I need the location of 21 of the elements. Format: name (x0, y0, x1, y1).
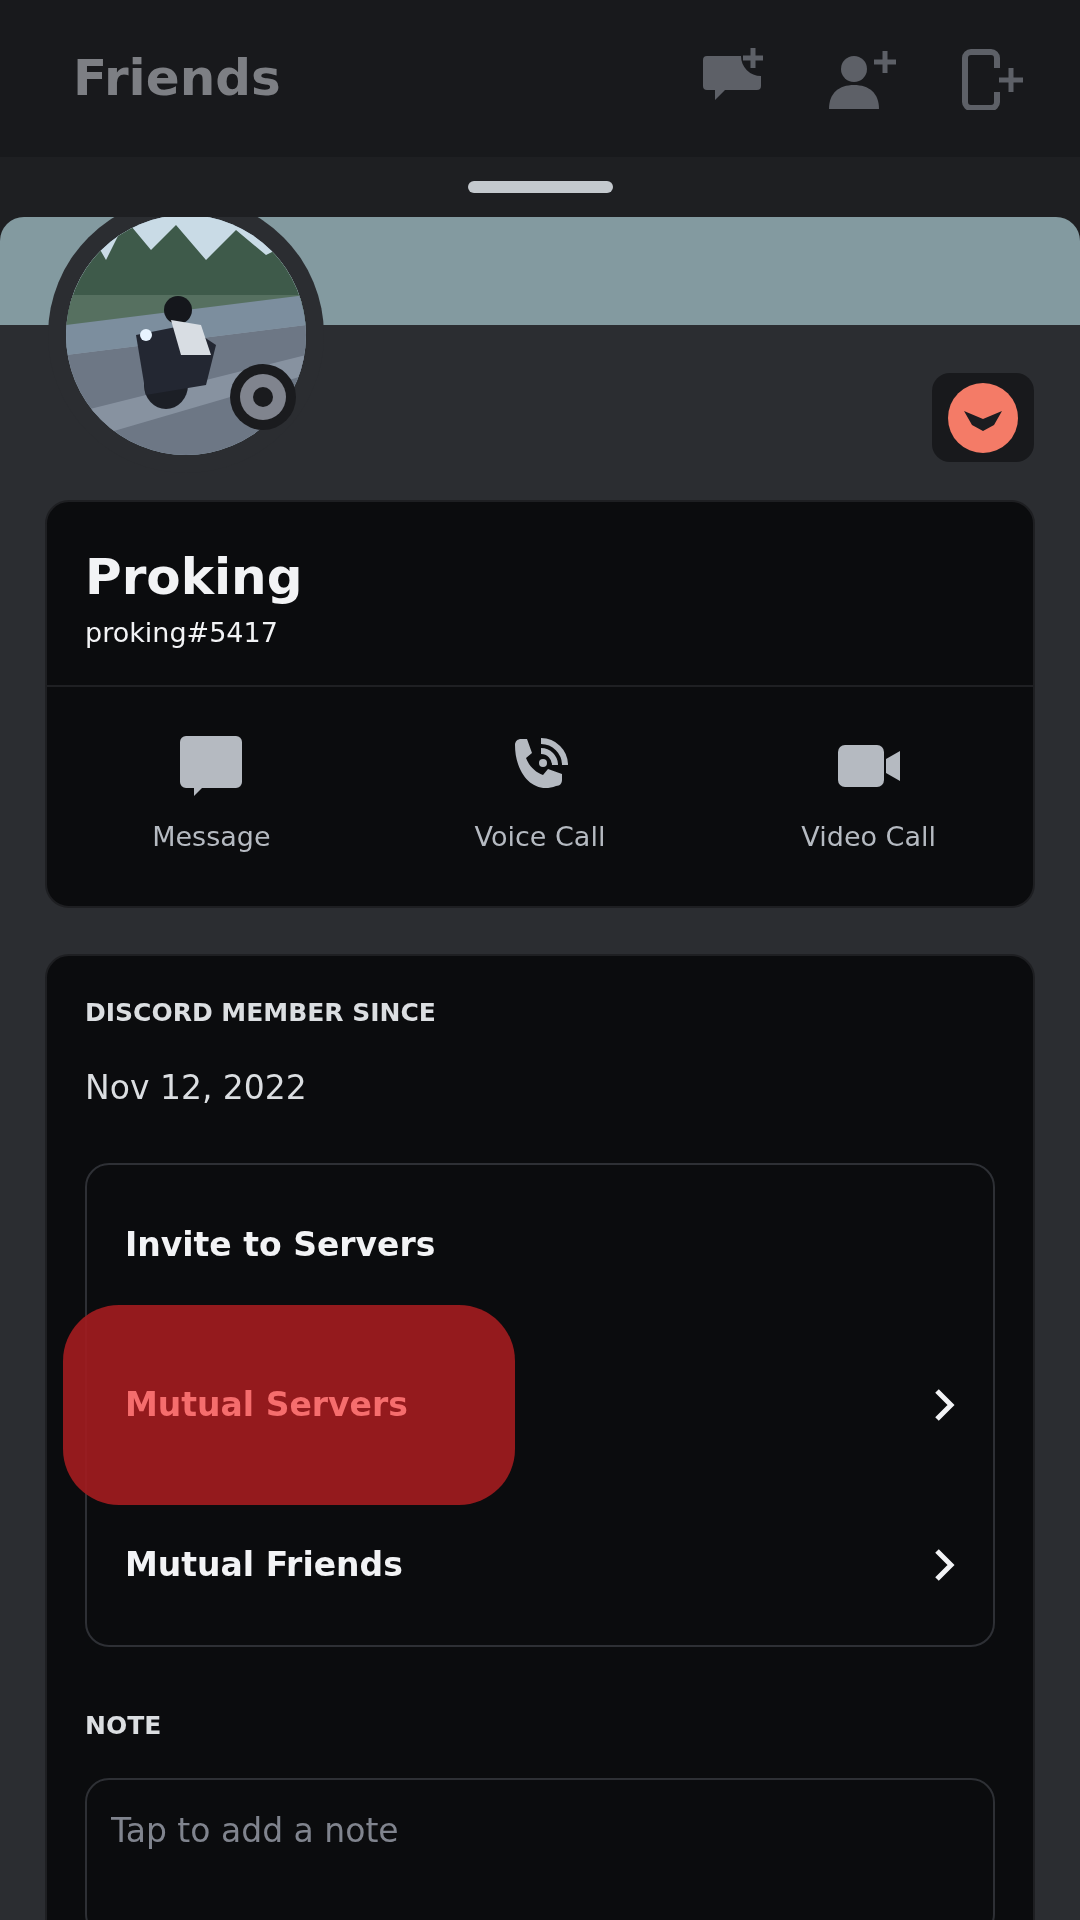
video-camera-icon (837, 745, 900, 787)
chevron-right-icon (933, 1546, 955, 1583)
link-item[interactable]: Invite to Servers (125, 1219, 955, 1270)
display-name: Proking (85, 547, 304, 608)
chat-bubble-icon (180, 736, 243, 796)
section-heading: DISCORD MEMBER SINCE (85, 996, 437, 1029)
badge-button[interactable] (932, 373, 1034, 462)
section-heading: NOTE (85, 1709, 163, 1742)
page-title: Friends (73, 48, 282, 109)
drag-handle[interactable] (467, 181, 613, 193)
link-item[interactable]: Mutual Friends (125, 1539, 933, 1590)
bird-badge-icon (948, 382, 1018, 453)
action-button[interactable]: Video Call (704, 735, 1033, 858)
action-button[interactable]: Message (47, 735, 376, 858)
note-field[interactable]: Tap to add a note (85, 1778, 995, 1920)
action-button[interactable]: Voice Call (375, 735, 705, 858)
username: proking#5417 (85, 615, 279, 650)
chevron-right-icon (933, 1386, 955, 1423)
add-friend-icon[interactable] (829, 48, 899, 109)
add-device-icon[interactable] (961, 47, 1023, 110)
member-since-date: Nov 12, 2022 (85, 1067, 308, 1109)
